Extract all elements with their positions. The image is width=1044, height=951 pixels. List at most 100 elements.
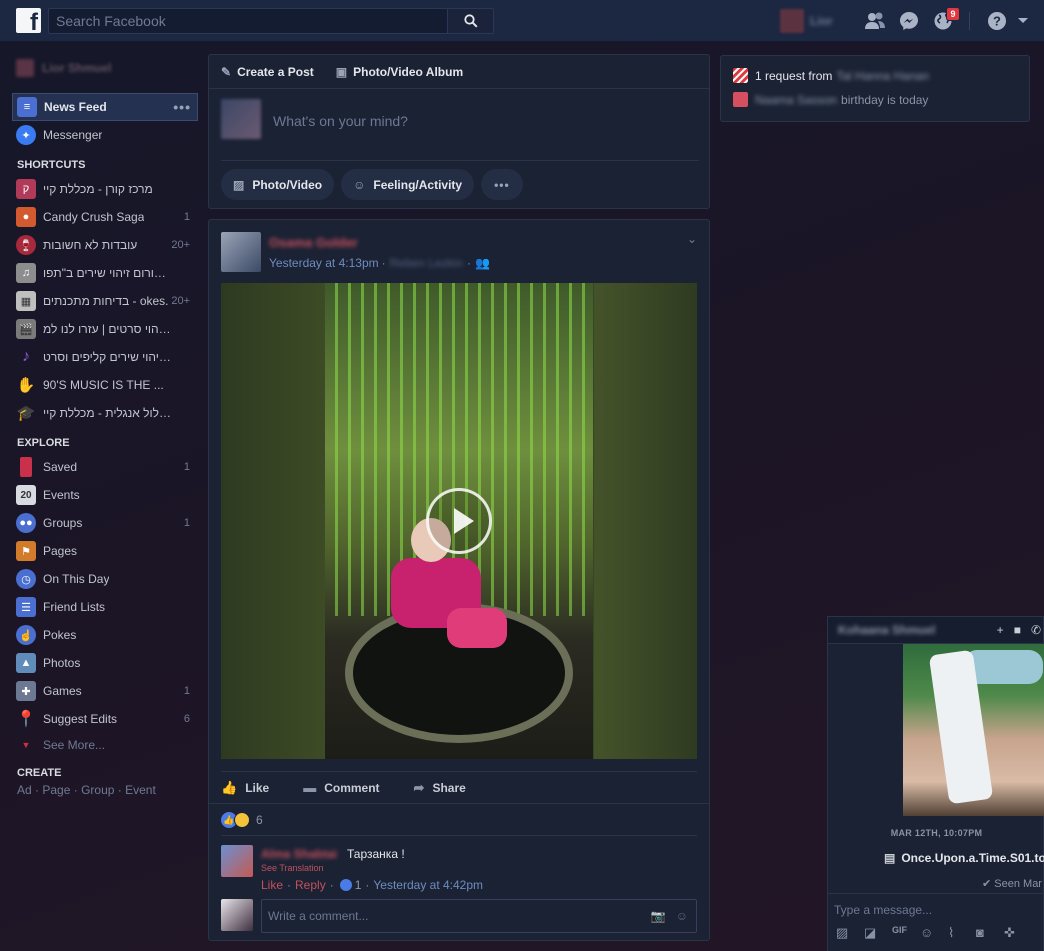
friend-request-row[interactable]: 1 request from Tal Hanna Hanan: [733, 68, 929, 83]
search-input[interactable]: [49, 9, 449, 33]
video-call-icon[interactable]: ■: [1014, 623, 1021, 637]
chat-image[interactable]: [903, 644, 1044, 816]
see-translation-link[interactable]: See Translation: [261, 863, 324, 873]
sidebar-item-on-this-day[interactable]: ◷ On This Day: [12, 565, 198, 593]
chat-file-attachment[interactable]: ▤ Once.Upon.a.Time.S01.to: [884, 851, 1044, 865]
birthday-row[interactable]: Naama Sasson birthday is today: [733, 92, 928, 107]
messenger-button[interactable]: [898, 10, 920, 32]
photos-icon: ▲: [16, 653, 36, 673]
seen-text: Seen Mar: [994, 878, 1042, 890]
user-name: Lior: [810, 14, 833, 28]
sidebar-shortcut[interactable]: ♪ זיהוי שירים קליפים וסרט...: [12, 343, 198, 371]
attachment-icon[interactable]: ⌇: [948, 925, 976, 941]
emoji-icon[interactable]: ☺: [920, 925, 948, 941]
item-count: 6: [183, 713, 190, 725]
post-timestamp[interactable]: Yesterday at 4:13pm: [269, 256, 379, 270]
sidebar-item-events[interactable]: 20 Events: [12, 481, 198, 509]
sidebar-item-label: 90'S MUSIC IS THE ...: [43, 378, 164, 392]
sidebar-item-messenger[interactable]: ✦ Messenger: [12, 121, 198, 149]
status-input[interactable]: [273, 109, 673, 133]
comment-button[interactable]: ▬ Comment: [303, 780, 379, 795]
phone-icon[interactable]: ✆: [1031, 623, 1041, 637]
comment-timestamp[interactable]: Yesterday at 4:42pm: [373, 878, 483, 892]
comment-input[interactable]: [262, 900, 632, 932]
reactions-count: 6: [256, 813, 263, 827]
camera-icon[interactable]: ◙: [976, 925, 1004, 941]
sidebar-item-groups[interactable]: ●● Groups 1: [12, 509, 198, 537]
tagged-person[interactable]: Reben Lezkin: [390, 256, 463, 270]
notifications-button[interactable]: 9: [932, 7, 960, 32]
games-icon: ✚: [16, 681, 36, 701]
sidebar-item-label: בדיחות מתכנתים - okes.: [43, 294, 169, 308]
comment-reply-link[interactable]: Reply: [295, 878, 326, 892]
more-options-icon[interactable]: •••: [173, 99, 191, 115]
facebook-logo[interactable]: f: [16, 8, 41, 33]
sidebar-item-news-feed[interactable]: ≡ News Feed •••: [12, 93, 198, 121]
messenger-icon: ✦: [16, 125, 36, 145]
tab-create-post[interactable]: ✎ Create a Post: [221, 65, 314, 79]
sidebar-shortcut[interactable]: 🍷 עובדות לא חשובות 20+: [12, 231, 198, 259]
more-options-button[interactable]: •••: [481, 169, 523, 200]
birthday-name: Naama Sasson: [755, 92, 838, 107]
chat-header[interactable]: Kohaana Shmuel + ■ ✆: [828, 617, 1043, 644]
reactions-summary[interactable]: 👍 6: [221, 811, 263, 829]
chat-contact-name: Kohaana Shmuel: [838, 623, 936, 637]
avatar[interactable]: [221, 845, 253, 877]
comment-like-link[interactable]: Like: [261, 878, 283, 892]
feeling-activity-button[interactable]: ☺ Feeling/Activity: [341, 169, 475, 200]
sidebar-shortcut[interactable]: ▦ בדיחות מתכנתים - okes. 20+: [12, 287, 198, 315]
sidebar-item-pages[interactable]: ⚑ Pages: [12, 537, 198, 565]
gift-icon: [733, 92, 748, 107]
game-controller-icon[interactable]: ✜: [1004, 925, 1032, 941]
comment-author[interactable]: Alma Shabtai: [261, 847, 337, 861]
camera-icon[interactable]: 📷: [651, 909, 666, 923]
sidebar-item-pokes[interactable]: ☝ Pokes: [12, 621, 198, 649]
profile-link[interactable]: Lior: [780, 0, 833, 42]
photo-icon[interactable]: ▨: [836, 925, 864, 941]
sidebar-shortcut[interactable]: ק מרכז קורן - מכללת קיי: [12, 175, 198, 203]
candy-icon: [733, 68, 748, 83]
video-player[interactable]: [221, 283, 697, 759]
create-event-link[interactable]: Event: [125, 783, 156, 797]
sidebar-shortcut[interactable]: ✋ 90'S MUSIC IS THE ...: [12, 371, 198, 399]
sidebar-item-suggest-edits[interactable]: 📍 Suggest Edits 6: [12, 705, 198, 733]
gif-icon[interactable]: GIF: [892, 925, 920, 941]
sidebar-item-label: News Feed: [44, 100, 107, 114]
smiley-icon[interactable]: ☺: [676, 909, 688, 923]
checkmark-icon: ✔: [982, 878, 992, 890]
sidebar-profile[interactable]: Lior Shmuel: [12, 56, 198, 80]
sidebar-item-photos[interactable]: ▲ Photos: [12, 649, 198, 677]
share-button[interactable]: ➦ Share: [414, 780, 466, 796]
poke-icon: ☝: [16, 625, 36, 645]
create-page-link[interactable]: Page: [42, 783, 70, 797]
help-button[interactable]: ?: [986, 10, 1008, 32]
sidebar-item-label: Games: [43, 684, 82, 698]
add-person-icon[interactable]: +: [997, 623, 1004, 637]
create-ad-link[interactable]: Ad: [17, 783, 32, 797]
sticker-icon[interactable]: ◪: [864, 925, 892, 941]
avatar[interactable]: [221, 232, 261, 272]
sidebar-item-games[interactable]: ✚ Games 1: [12, 677, 198, 705]
sidebar-shortcut[interactable]: 🎓 מסלול אנגלית - מכללת קיי: [12, 399, 198, 427]
post-author[interactable]: Osama Golder: [269, 235, 358, 250]
sidebar-shortcut[interactable]: ● Candy Crush Saga 1: [12, 203, 198, 231]
chat-toolbar: ▨ ◪ GIF ☺ ⌇ ◙ ✜: [836, 925, 1032, 941]
tab-photo-video-album[interactable]: ▣ Photo/Video Album: [336, 65, 463, 79]
sidebar-shortcut[interactable]: 🎬 זיהוי סרטים | עזרו לנו למ...: [12, 315, 198, 343]
like-button[interactable]: 👍 Like: [221, 780, 269, 796]
search-button[interactable]: [447, 9, 493, 33]
post-options-chevron-icon[interactable]: ⌄: [687, 232, 697, 246]
play-button-icon[interactable]: [426, 488, 492, 554]
sidebar-item-saved[interactable]: Saved 1: [12, 453, 198, 481]
friend-requests-button[interactable]: [864, 10, 886, 32]
see-more-link[interactable]: ▼ See More...: [12, 733, 198, 757]
request-name: Tal Hanna Hanan: [836, 68, 930, 83]
sidebar-shortcut[interactable]: ♫ פורום זיהוי שירים ב"תפו...: [12, 259, 198, 287]
message-input[interactable]: [834, 900, 1034, 920]
create-group-link[interactable]: Group: [81, 783, 114, 797]
sidebar-item-friend-lists[interactable]: ☰ Friend Lists: [12, 593, 198, 621]
account-menu-button[interactable]: [1012, 10, 1034, 32]
photo-video-button[interactable]: ▨ Photo/Video: [221, 169, 335, 200]
audience-friends-icon[interactable]: 👥: [475, 256, 490, 270]
create-links: Ad · Page · Group · Event: [17, 783, 156, 797]
